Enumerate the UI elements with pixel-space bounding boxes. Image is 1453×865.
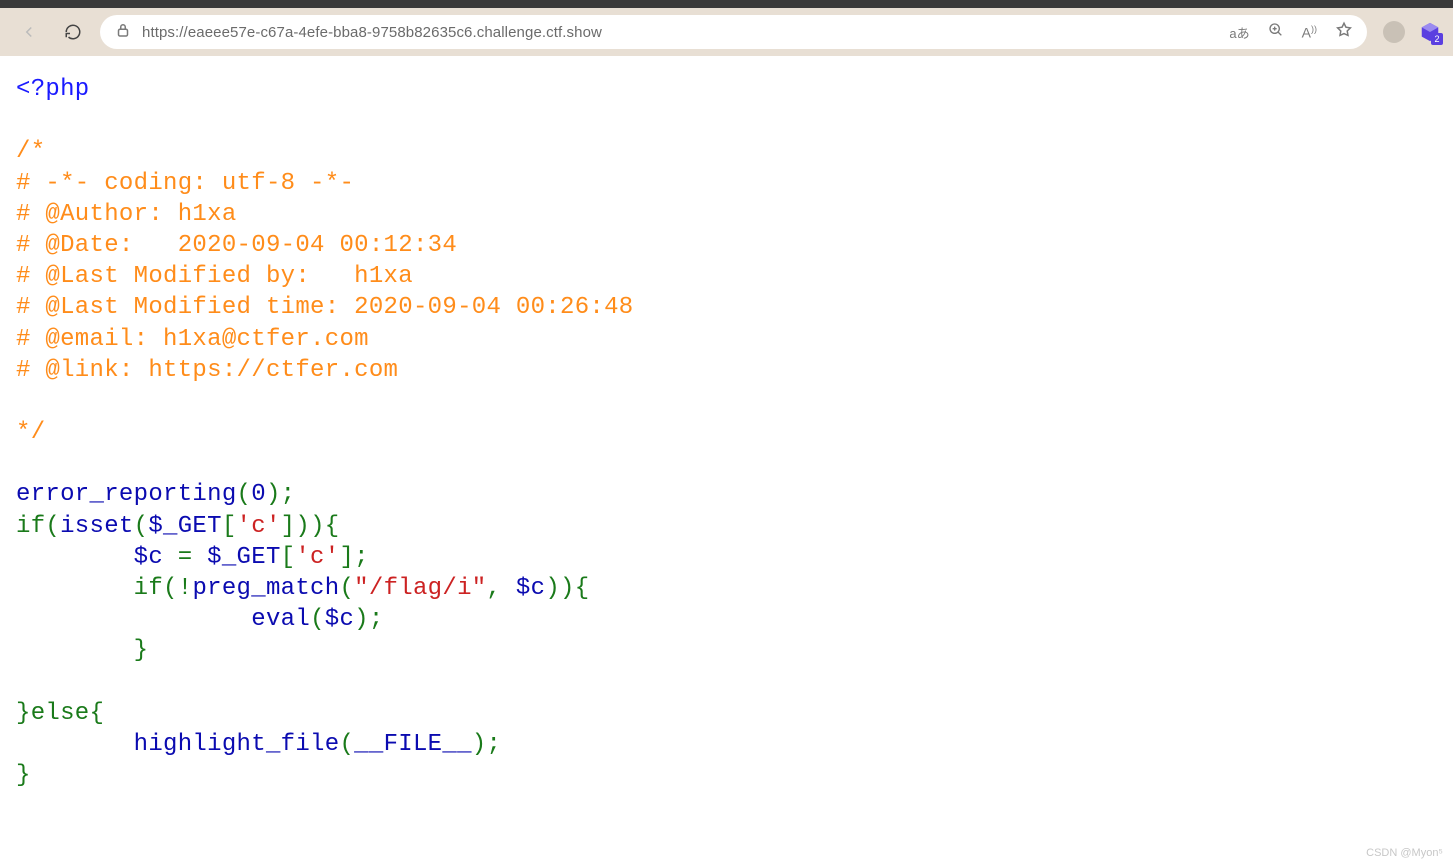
comment-line: # @Date: 2020-09-04 00:12:34 (16, 232, 457, 259)
comment-line: # @Last Modified by: h1xa (16, 263, 413, 290)
extension-icon[interactable]: 2 (1419, 21, 1441, 43)
profile-icon[interactable] (1383, 21, 1405, 43)
comment-line: # @Last Modified time: 2020-09-04 00:26:… (16, 294, 634, 321)
comment-line: # -*- coding: utf-8 -*- (16, 170, 354, 197)
kw-if: if (16, 513, 45, 540)
url-text: https://eaeee57e-c67a-4efe-bba8-9758b826… (142, 24, 1219, 41)
refresh-button[interactable] (56, 15, 90, 49)
watermark: CSDN @Myon⁵ (1366, 847, 1443, 859)
fn-error-reporting: error_reporting (16, 481, 237, 508)
zoom-icon[interactable] (1268, 22, 1284, 43)
toolbar-right: 2 (1377, 21, 1441, 43)
address-bar[interactable]: https://eaeee57e-c67a-4efe-bba8-9758b826… (100, 15, 1367, 49)
back-button[interactable] (12, 15, 46, 49)
read-aloud-icon[interactable]: A)) (1302, 24, 1317, 41)
tab-strip (0, 0, 1453, 8)
comment-line: # @link: https://ctfer.com (16, 357, 398, 384)
comment-line: # @Author: h1xa (16, 201, 237, 228)
favorite-icon[interactable] (1335, 21, 1353, 44)
url-actions: aあ A)) (1229, 21, 1353, 44)
comment-close: */ (16, 419, 45, 446)
translate-icon[interactable]: aあ (1229, 23, 1249, 42)
extension-badge: 2 (1431, 33, 1443, 45)
lock-icon (114, 21, 132, 43)
comment-open: /* (16, 138, 45, 165)
browser-toolbar: https://eaeee57e-c67a-4efe-bba8-9758b826… (0, 8, 1453, 56)
page-content: <?php /* # -*- coding: utf-8 -*- # @Auth… (0, 56, 1453, 809)
php-open-tag: <?php (16, 76, 90, 103)
comment-line: # @email: h1xa@ctfer.com (16, 326, 369, 353)
php-source: <?php /* # -*- coding: utf-8 -*- # @Auth… (16, 74, 1437, 791)
